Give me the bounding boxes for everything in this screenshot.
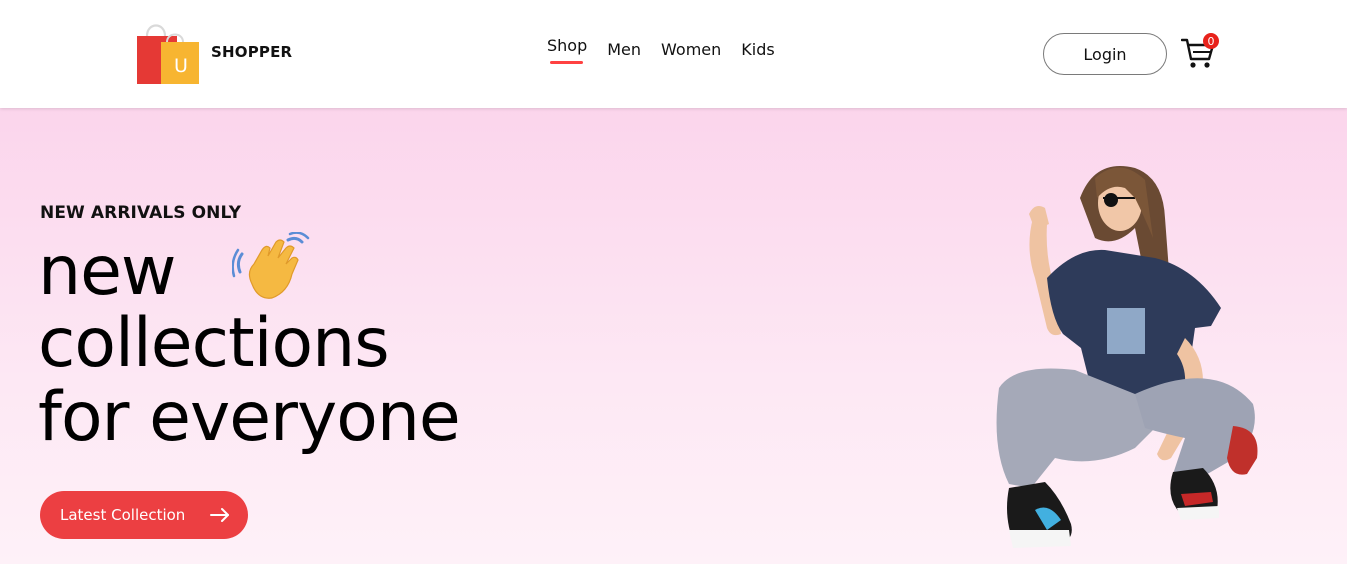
- navbar: U SHOPPER Shop Men Women Kids Login 0: [0, 0, 1347, 108]
- nav-item-label: Shop: [547, 36, 588, 55]
- main-nav: Shop Men Women Kids: [547, 36, 775, 64]
- svg-text:U: U: [174, 55, 188, 77]
- nav-item-women[interactable]: Women: [661, 40, 721, 59]
- hero-headline-line-1: new: [38, 232, 177, 311]
- hero-tagline: NEW ARRIVALS ONLY: [40, 203, 242, 223]
- hero-headline-line-2: collections: [38, 304, 390, 383]
- hero-section: NEW ARRIVALS ONLY new collections for ev…: [0, 108, 1347, 564]
- nav-item-shop[interactable]: Shop: [547, 36, 588, 64]
- cta-label: Latest Collection: [60, 506, 186, 524]
- shopping-bag-logo-icon: U: [137, 24, 199, 84]
- latest-collection-button[interactable]: Latest Collection: [40, 491, 248, 539]
- nav-item-men[interactable]: Men: [607, 40, 641, 59]
- nav-item-label: Women: [661, 40, 722, 59]
- hero-headline-line-3: for everyone: [38, 378, 461, 457]
- nav-item-label: Men: [607, 40, 642, 59]
- cart-count-badge: 0: [1203, 33, 1219, 49]
- waving-hand-icon: [232, 232, 310, 299]
- logo[interactable]: U SHOPPER: [135, 20, 292, 86]
- nav-item-kids[interactable]: Kids: [741, 40, 774, 59]
- active-underline: [550, 61, 583, 64]
- login-button[interactable]: Login: [1043, 33, 1167, 75]
- brand-name: SHOPPER: [211, 43, 293, 61]
- arrow-right-icon: [210, 508, 229, 522]
- hero-model-image: [996, 166, 1258, 548]
- nav-item-label: Kids: [741, 40, 775, 59]
